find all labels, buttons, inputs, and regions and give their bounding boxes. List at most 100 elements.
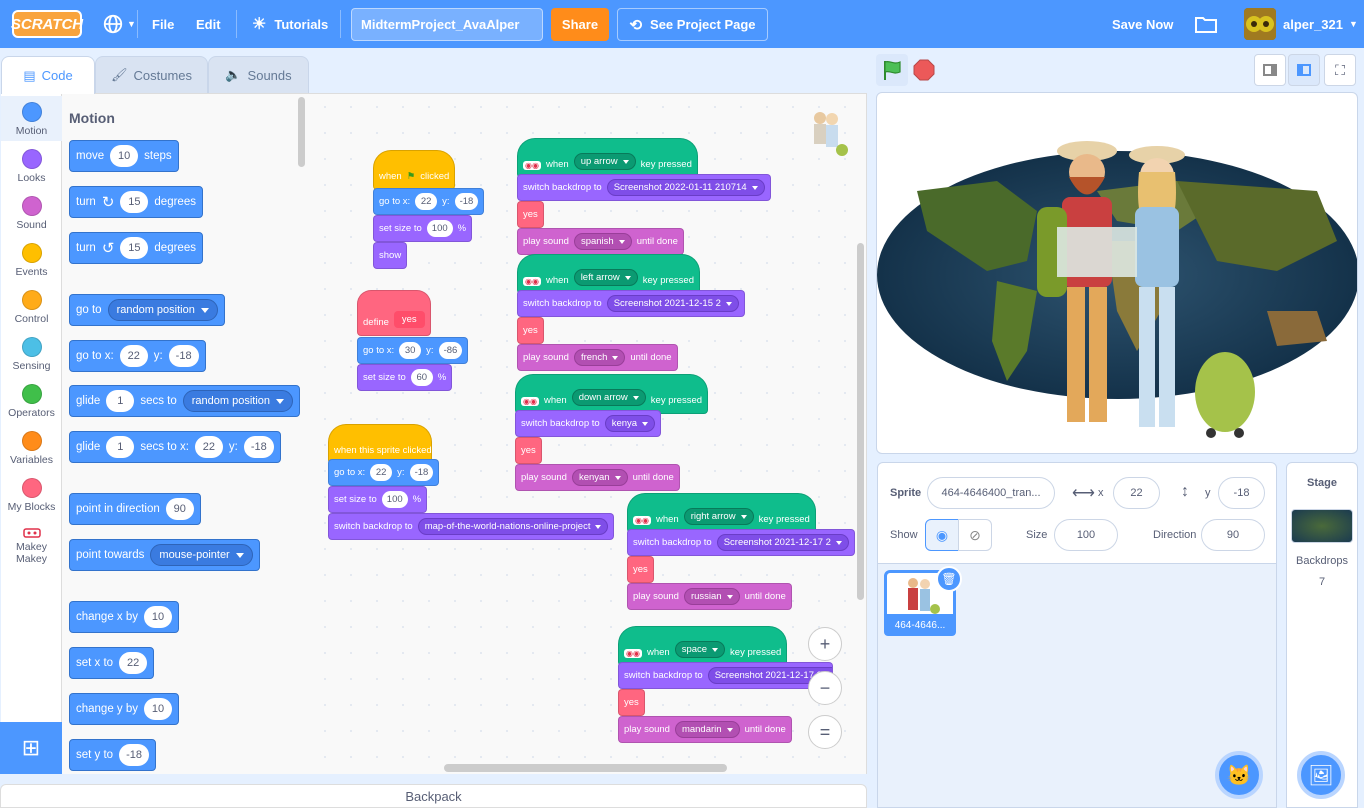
normal-stage-button[interactable] (1288, 54, 1320, 86)
zoom-out-button[interactable]: − (808, 671, 842, 705)
set-x-block[interactable]: set x to 22 (69, 647, 155, 679)
direction-input[interactable]: 90 (1201, 519, 1265, 551)
switch-backdrop-block[interactable]: switch backdrop to Screenshot 2021-12-15 … (517, 290, 745, 317)
yes-call-block[interactable]: yes (618, 689, 645, 716)
account-menu[interactable]: alper_321 ▼ (1283, 0, 1358, 48)
choose-backdrop-button[interactable]: 🖼 (1297, 751, 1345, 799)
play-sound-block[interactable]: play sound kenyan until done (515, 464, 680, 491)
script-workspace[interactable]: when ⚑ clicked go to x: 22 y: -18 set size to… (312, 93, 867, 774)
category-sound[interactable]: Sound (1, 196, 62, 231)
avatar[interactable] (1244, 8, 1276, 40)
when-key-pressed-block[interactable]: ◉◉ when down arrow key pressed (515, 374, 709, 414)
yes-call-block[interactable]: yes (517, 201, 544, 228)
go-to-xy-block[interactable]: go to x: 22 y: -18 (373, 188, 485, 215)
edit-menu[interactable]: Edit (196, 0, 221, 48)
see-project-page-button[interactable]: ⟲ See Project Page (617, 8, 768, 41)
glide-to-block[interactable]: glide 1 secs to random position (69, 385, 301, 417)
yes-call-block[interactable]: yes (515, 437, 542, 464)
stop-icon (913, 59, 935, 81)
zoom-in-button[interactable]: + (808, 627, 842, 661)
save-now-button[interactable]: Save Now (1112, 0, 1173, 48)
eye-icon: ◉ (935, 526, 949, 543)
stage-canvas[interactable] (876, 92, 1358, 454)
show-hidden-button[interactable]: ⊘ (958, 519, 992, 551)
change-y-block[interactable]: change y by 10 (69, 693, 180, 725)
show-block[interactable]: show (373, 242, 408, 269)
stage-thumbnail[interactable] (1291, 509, 1353, 543)
category-motion[interactable]: Motion (1, 96, 62, 141)
green-flag-button[interactable] (876, 54, 908, 86)
small-stage-button[interactable] (1254, 54, 1286, 86)
palette-scrollbar[interactable] (298, 97, 305, 167)
y-input[interactable]: -18 (1218, 477, 1265, 509)
switch-backdrop-block[interactable]: switch backdrop to Screenshot 2022-01-11 … (517, 174, 771, 201)
set-size-block[interactable]: set size to 100% (373, 215, 473, 242)
fullscreen-button[interactable]: ⛶ (1324, 54, 1356, 86)
tutorials-button[interactable]: ☀ Tutorials (252, 0, 328, 48)
x-input[interactable]: 22 (1113, 477, 1160, 509)
point-towards-block[interactable]: point towards mouse-pointer (69, 539, 260, 571)
sprite-info-panel: Sprite 464-4646400_tran... ⟷ x 22 ↕ y -1… (877, 462, 1277, 564)
delete-sprite-button[interactable]: 🗑 (936, 566, 962, 592)
point-in-direction-block[interactable]: point in direction 90 (69, 493, 201, 525)
switch-backdrop-block[interactable]: switch backdrop to Screenshot 2021-12-17 … (618, 662, 833, 689)
category-variables[interactable]: Variables (1, 431, 62, 466)
play-sound-block[interactable]: play sound russian until done (627, 583, 792, 610)
file-menu[interactable]: File (152, 0, 174, 48)
tab-code[interactable]: ▤ Code (1, 56, 95, 94)
play-sound-block[interactable]: play sound french until done (517, 344, 678, 371)
go-to-xy-block[interactable]: go to x: 22 y: -18 (69, 340, 206, 372)
when-key-pressed-block[interactable]: ◉◉ when space key pressed (618, 626, 788, 666)
switch-backdrop-block[interactable]: switch backdrop to Screenshot 2021-12-17 … (627, 529, 855, 556)
go-to-block[interactable]: go to random position (69, 294, 225, 326)
category-my-blocks[interactable]: My Blocks (1, 478, 62, 513)
when-sprite-clicked-block[interactable]: when this sprite clicked (328, 424, 432, 464)
category-looks[interactable]: Looks (1, 149, 62, 184)
sprite-name-input[interactable]: 464-4646400_tran... (927, 477, 1055, 509)
when-key-pressed-block[interactable]: ◉◉ when left arrow key pressed (517, 254, 700, 294)
add-extension-button[interactable]: ⊞ (0, 722, 62, 774)
category-events[interactable]: Events (1, 243, 62, 278)
backpack[interactable]: Backpack (0, 784, 867, 808)
makey-makey-icon: ◉◉ (624, 649, 642, 658)
switch-backdrop-block[interactable]: switch backdrop to map-of-the-world-natio… (328, 513, 615, 540)
size-input[interactable]: 100 (1054, 519, 1118, 551)
tab-sounds[interactable]: 🔈 Sounds (208, 56, 309, 93)
operators-dot-icon (21, 384, 42, 404)
play-sound-block[interactable]: play sound mandarin until done (618, 716, 792, 743)
workspace-horizontal-scrollbar[interactable] (444, 764, 727, 772)
tab-costumes[interactable]: 🖌 Costumes (95, 56, 208, 93)
change-x-block[interactable]: change x by 10 (69, 601, 180, 633)
language-button[interactable]: ▼ (102, 0, 136, 48)
set-y-block[interactable]: set y to -18 (69, 739, 156, 771)
go-to-xy-block[interactable]: go to x: 30 y: -86 (357, 337, 469, 364)
when-key-pressed-block[interactable]: ◉◉ when up arrow key pressed (517, 138, 698, 178)
my-stuff-button[interactable] (1195, 0, 1217, 48)
yes-call-block[interactable]: yes (517, 317, 544, 344)
switch-backdrop-block[interactable]: switch backdrop to kenya (515, 410, 662, 437)
play-sound-block[interactable]: play sound spanish until done (517, 228, 684, 255)
when-flag-clicked-block[interactable]: when ⚑ clicked (373, 150, 455, 190)
glide-to-xy-block[interactable]: glide 1 secs to x: 22 y: -18 (69, 431, 281, 463)
go-to-xy-block[interactable]: go to x: 22 y: -18 (328, 459, 440, 486)
choose-sprite-button[interactable]: 🐱 (1215, 751, 1263, 799)
category-sensing[interactable]: Sensing (1, 337, 62, 372)
turn-left-block[interactable]: turn ↺ 15 degrees (69, 232, 203, 264)
category-operators[interactable]: Operators (1, 384, 62, 419)
yes-call-block[interactable]: yes (627, 556, 654, 583)
workspace-vertical-scrollbar[interactable] (857, 243, 864, 600)
category-makey-makey[interactable]: Makey Makey (1, 528, 62, 565)
when-key-pressed-block[interactable]: ◉◉ when right arrow key pressed (627, 493, 816, 533)
show-visible-button[interactable]: ◉ (925, 519, 959, 551)
stop-button[interactable] (908, 54, 940, 86)
set-size-block[interactable]: set size to 60% (357, 364, 453, 391)
turn-right-block[interactable]: turn ↻ 15 degrees (69, 186, 203, 218)
define-yes-block[interactable]: define yes (357, 290, 431, 336)
project-title-input[interactable]: MidtermProject_AvaAlper (351, 8, 543, 41)
category-control[interactable]: Control (1, 290, 62, 325)
zoom-reset-button[interactable]: = (808, 715, 842, 749)
scratch-logo[interactable]: SCRATCH (11, 10, 83, 38)
move-steps-block[interactable]: move 10 steps (69, 140, 179, 172)
share-button[interactable]: Share (551, 8, 609, 41)
set-size-block[interactable]: set size to 100% (328, 486, 428, 513)
